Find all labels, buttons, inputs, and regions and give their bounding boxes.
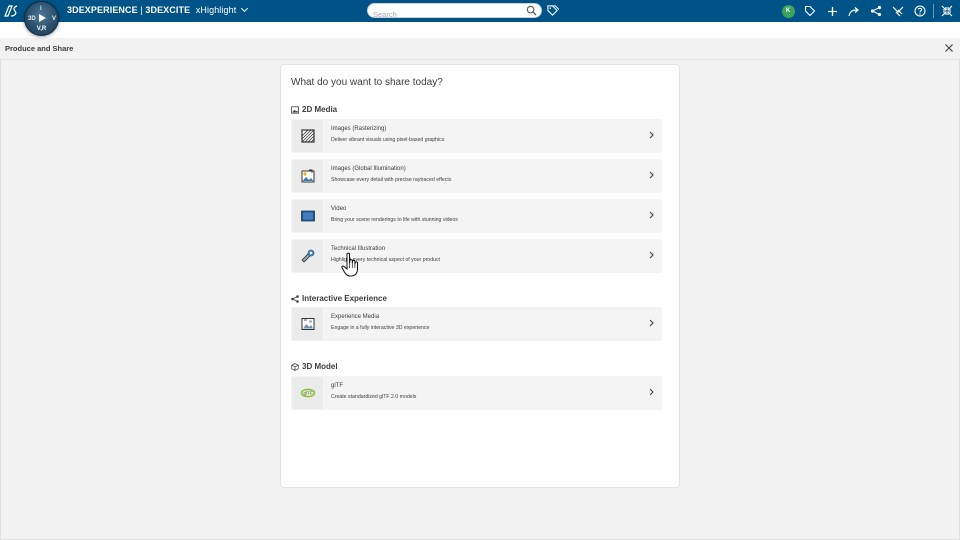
video-icon <box>292 200 323 232</box>
compass-quadrant-right: V <box>52 16 57 22</box>
hand-cursor-icon <box>341 252 358 277</box>
compass-apps-icon <box>892 6 904 17</box>
tag-label-button[interactable] <box>799 0 821 22</box>
option-description: Create standardized glTF 2.0 models <box>331 394 417 400</box>
section-title-label: 3D Model <box>302 362 338 371</box>
chevron-down-icon[interactable] <box>240 4 248 13</box>
gltf-icon: glTF <box>292 377 323 409</box>
search-input[interactable] <box>368 8 518 21</box>
brand-title[interactable]: 3DEXPERIENCE | 3DEXCITE xHighlight <box>67 4 248 15</box>
forward-arrow-icon <box>848 6 859 16</box>
option-gltf[interactable]: glTF glTF Create standardized glTF 2.0 m… <box>291 376 662 410</box>
share-icon <box>870 5 882 17</box>
option-description: Deliver vibrant visuals using pixel-base… <box>331 137 445 143</box>
add-button[interactable] <box>821 0 843 22</box>
svg-text:glTF: glTF <box>303 391 313 396</box>
section-title-interactive-experience: Interactive Experience <box>291 294 387 303</box>
option-title: Experience Media <box>331 314 380 320</box>
brand-part1: 3DEXPERIENCE <box>67 5 138 15</box>
chevron-right-icon <box>649 171 654 179</box>
toolbar: K <box>777 0 958 22</box>
rasterize-icon <box>292 120 323 152</box>
share-options-card: What do you want to share today? 2D Medi… <box>280 64 680 488</box>
option-experience-media[interactable]: Experience Media Engage in a fully inter… <box>291 307 662 341</box>
apps-button[interactable] <box>887 0 909 22</box>
share-nodes-icon <box>291 294 299 303</box>
play-icon <box>39 14 46 22</box>
experience-media-icon <box>292 308 323 340</box>
option-description: Bring your scene renderings to life with… <box>331 217 458 223</box>
top-bar: 3DEXPERIENCE | 3DEXCITE xHighlight K <box>0 0 960 22</box>
chevron-right-icon <box>649 388 654 396</box>
technical-illustration-icon <box>292 240 323 272</box>
avatar[interactable]: K <box>781 4 795 18</box>
forward-button[interactable] <box>843 0 865 22</box>
dassault-logo-icon[interactable] <box>3 3 19 19</box>
collapse-icon <box>941 5 953 17</box>
option-title: Video <box>331 206 347 212</box>
plus-icon <box>827 6 837 16</box>
chevron-right-icon <box>649 251 654 259</box>
search-icon[interactable] <box>526 5 537 16</box>
close-icon[interactable] <box>944 43 954 53</box>
chevron-right-icon <box>649 211 654 219</box>
section-title-2d-media: 2D Media <box>291 105 337 114</box>
compass-quadrant-left: 3D <box>28 16 36 22</box>
option-images-global-illumination[interactable]: Images (Global Illumination) Showcase ev… <box>291 159 662 193</box>
global-illumination-icon <box>292 160 323 192</box>
option-video[interactable]: Video Bring your scene renderings to lif… <box>291 199 662 233</box>
section-title-label: Interactive Experience <box>302 294 387 303</box>
option-title: Images (Rasterizing) <box>331 126 387 132</box>
user-menu-button[interactable]: K <box>777 0 799 22</box>
chevron-right-icon <box>649 131 654 139</box>
compass-quadrant-top: i <box>40 6 42 12</box>
panel-header: Produce and Share <box>0 38 960 60</box>
panel-title: Produce and Share <box>5 44 74 53</box>
section-title-3d-model: 3D Model <box>291 362 338 371</box>
option-images-rasterizing[interactable]: Images (Rasterizing) Deliver vibrant vis… <box>291 119 662 153</box>
option-description: Engage in a fully interactive 3D experie… <box>331 325 430 331</box>
compass-version: V,R <box>36 26 47 32</box>
brand-part2: 3DEXCITE <box>145 5 191 15</box>
help-icon <box>914 5 926 17</box>
tag-icon[interactable] <box>546 4 559 17</box>
label-icon <box>804 5 816 17</box>
section-title-label: 2D Media <box>302 105 338 114</box>
help-button[interactable] <box>909 0 931 22</box>
option-title: glTF <box>331 383 343 389</box>
cube-icon <box>291 362 299 371</box>
option-title: Images (Global Illumination) <box>331 166 406 172</box>
option-description: Showcase every detail with precise raytr… <box>331 177 452 183</box>
fullscreen-button[interactable] <box>936 0 958 22</box>
search-box[interactable] <box>367 3 542 21</box>
app-name: xHighlight <box>195 5 237 15</box>
chevron-right-icon <box>649 319 654 327</box>
toolbar-divider <box>933 4 934 18</box>
share-button[interactable] <box>865 0 887 22</box>
share-question: What do you want to share today? <box>291 77 443 88</box>
compass-button[interactable]: i 3D V V,R <box>24 1 59 36</box>
toolbar-strip <box>0 22 960 38</box>
image-icon <box>291 105 299 114</box>
